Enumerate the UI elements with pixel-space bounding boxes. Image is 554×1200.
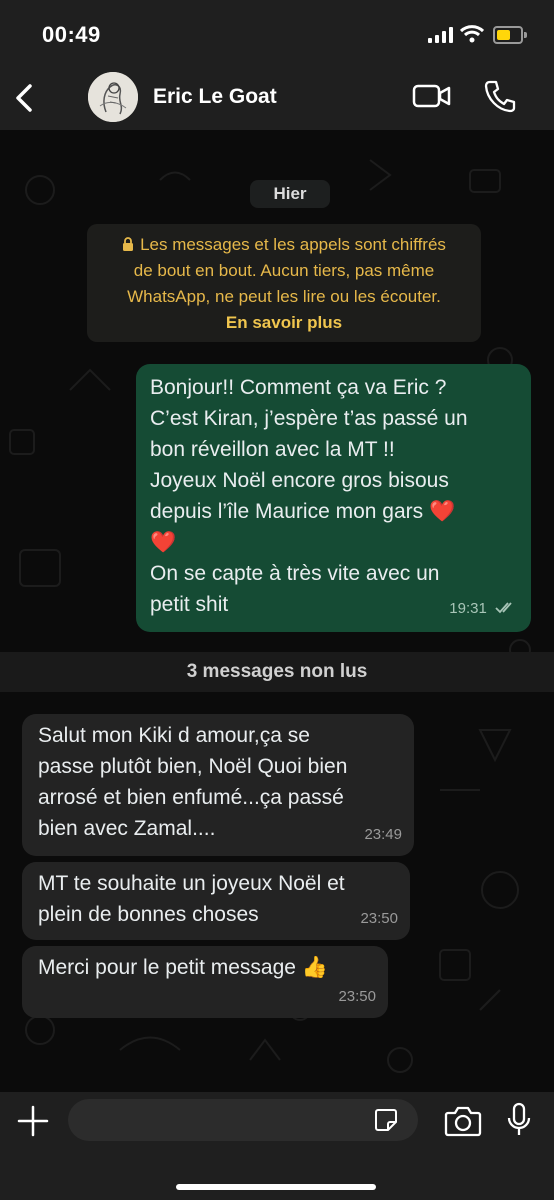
status-time: 00:49 <box>42 22 101 47</box>
message-line: Merci pour le petit message 👍 <box>38 956 328 979</box>
encryption-text-line-2: de bout en bout. Aucun tiers, pas même <box>133 261 435 280</box>
plus-icon[interactable] <box>14 1102 52 1140</box>
learn-more-link[interactable]: En savoir plus <box>87 310 481 336</box>
avatar[interactable] <box>88 72 138 122</box>
chat-area[interactable]: Hier Les messages et les appels sont chi… <box>0 130 554 1092</box>
message-line: ❤️ <box>150 531 177 554</box>
date-label: Hier <box>250 180 330 208</box>
microphone-icon[interactable] <box>507 1102 531 1138</box>
double-check-icon <box>495 602 512 614</box>
wifi-icon <box>460 25 484 43</box>
chat-header: Eric Le Goat <box>0 66 554 130</box>
sticker-icon[interactable] <box>374 1108 398 1132</box>
battery-icon <box>493 26 527 44</box>
cellular-signal-icon <box>428 27 453 43</box>
message-time: 19:31 <box>449 600 487 617</box>
video-call-icon[interactable] <box>412 81 452 111</box>
message-line: bien avec Zamal.... <box>38 817 216 840</box>
encryption-text-line-3: WhatsApp, ne peut les lire ou les écoute… <box>127 287 441 306</box>
contact-name[interactable]: Eric Le Goat <box>153 85 277 109</box>
message-line: Bonjour!! Comment ça va Eric ? <box>150 376 447 399</box>
message-time: 23:50 <box>338 988 376 1005</box>
camera-icon[interactable] <box>444 1104 482 1138</box>
message-line: depuis l’île Maurice mon gars ❤️ <box>150 500 456 523</box>
encryption-notice[interactable]: Les messages et les appels sont chiffrés… <box>87 224 481 342</box>
message-line: C’est Kiran, j’espère t’as passé un <box>150 407 468 430</box>
phone-call-icon[interactable] <box>484 79 516 113</box>
message-time: 23:49 <box>364 826 402 843</box>
lock-icon <box>123 237 134 251</box>
incoming-message-bubble[interactable]: MT te souhaite un joyeux Noël et plein d… <box>22 862 410 940</box>
message-line: MT te souhaite un joyeux Noël et <box>38 872 345 895</box>
message-meta: 19:31 <box>449 593 517 624</box>
status-bar: 00:49 <box>0 0 554 66</box>
back-chevron-icon[interactable] <box>10 80 40 116</box>
message-time: 23:50 <box>360 910 398 927</box>
message-line: arrosé et bien enfumé...ça passé <box>38 786 344 809</box>
message-line: plein de bonnes choses <box>38 903 259 926</box>
message-line: passe plutôt bien, Noël Quoi bien <box>38 755 348 778</box>
message-line: Salut mon Kiki d amour,ça se <box>38 724 310 747</box>
message-input[interactable] <box>68 1099 418 1141</box>
encryption-line-1: Les messages et les appels sont chiffrés <box>87 232 481 258</box>
message-line: Joyeux Noël encore gros bisous <box>150 469 449 492</box>
encryption-text-line-1: Les messages et les appels sont chiffrés <box>140 235 446 254</box>
unread-messages-divider: 3 messages non lus <box>0 652 554 692</box>
home-indicator <box>176 1184 376 1190</box>
incoming-message-bubble[interactable]: Merci pour le petit message 👍 23:50 <box>22 946 388 1018</box>
message-line: On se capte à très vite avec un <box>150 562 440 585</box>
outgoing-message-bubble[interactable]: Bonjour!! Comment ça va Eric ? C’est Kir… <box>136 364 531 632</box>
message-line: bon réveillon avec la MT !! <box>150 438 395 461</box>
incoming-message-bubble[interactable]: Salut mon Kiki d amour,ça se passe plutô… <box>22 714 414 856</box>
